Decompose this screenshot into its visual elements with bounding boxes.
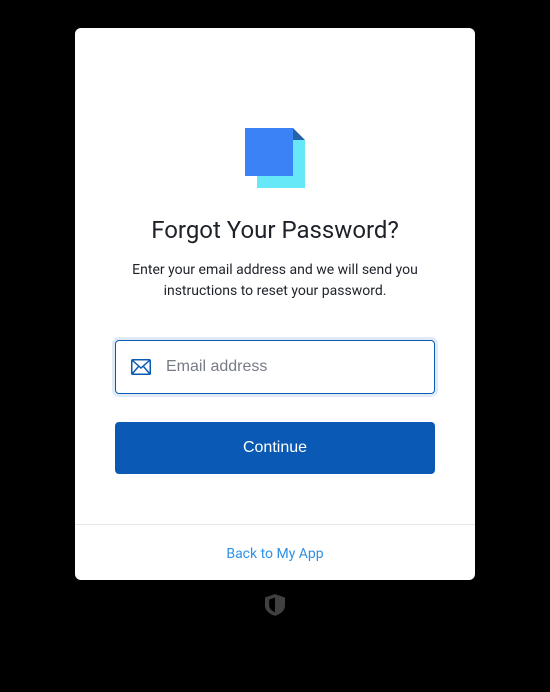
email-input[interactable] — [166, 341, 434, 393]
page-subtitle: Enter your email address and we will sen… — [125, 260, 425, 302]
app-logo-icon — [245, 128, 305, 188]
card-footer: Back to My App — [75, 524, 475, 580]
page-title: Forgot Your Password? — [115, 216, 435, 244]
back-link[interactable]: Back to My App — [226, 546, 323, 562]
card-main: Forgot Your Password? Enter your email a… — [75, 28, 475, 524]
logo-wrap — [115, 128, 435, 188]
mail-icon — [116, 359, 166, 375]
shield-icon — [265, 594, 285, 620]
provider-badge — [265, 594, 285, 620]
auth-card: Forgot Your Password? Enter your email a… — [75, 28, 475, 580]
email-field-wrap[interactable] — [115, 340, 435, 394]
continue-button[interactable]: Continue — [115, 422, 435, 474]
